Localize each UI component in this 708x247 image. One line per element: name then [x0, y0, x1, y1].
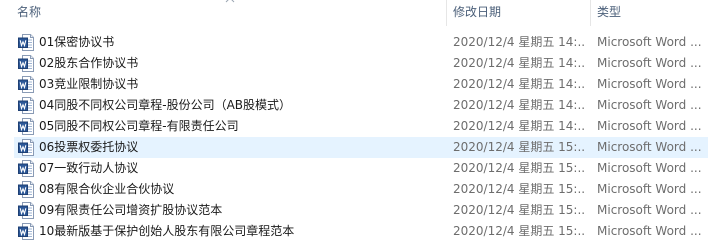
- column-header-name[interactable]: 名称: [17, 0, 442, 26]
- file-list: 01保密协议书 2020/12/4 星期五 14:... Microsoft Wor…: [0, 32, 708, 242]
- file-type: Microsoft Word ...: [597, 161, 702, 175]
- file-type: Microsoft Word ...: [597, 203, 702, 217]
- file-row[interactable]: 09有限责任公司增资扩股协议范本 2020/12/4 星期五 15:... Micr…: [0, 200, 708, 221]
- file-row[interactable]: 06投票权委托协议 2020/12/4 星期五 15:... Microsoft W…: [0, 137, 708, 158]
- file-row[interactable]: 10最新版基于保护创始人股东有限公司章程范本 2020/12/4 星期五 15:.…: [0, 221, 708, 242]
- word-document-icon: [18, 97, 34, 114]
- file-type: Microsoft Word ...: [597, 35, 702, 49]
- file-name[interactable]: 10最新版基于保护创始人股东有限公司章程范本: [39, 221, 439, 242]
- file-row[interactable]: 02股东合作协议书 2020/12/4 星期五 14:... Microsoft W…: [0, 53, 708, 74]
- word-document-icon: [18, 202, 34, 219]
- file-row[interactable]: 08有限合伙企业合伙协议 2020/12/4 星期五 15:... Microsof…: [0, 179, 708, 200]
- word-document-icon: [18, 139, 34, 156]
- file-modified-date: 2020/12/4 星期五 14:...: [453, 56, 585, 70]
- file-type: Microsoft Word ...: [597, 182, 702, 196]
- file-modified-date: 2020/12/4 星期五 14:...: [453, 98, 585, 112]
- word-document-icon: [18, 181, 34, 198]
- file-row[interactable]: 07一致行动人协议 2020/12/4 星期五 15:... Microsoft W…: [0, 158, 708, 179]
- file-type: Microsoft Word ...: [597, 98, 702, 112]
- word-document-icon: [18, 160, 34, 177]
- file-name[interactable]: 04同股不同权公司章程-股份公司（AB股模式）: [39, 95, 439, 116]
- word-document-icon: [18, 118, 34, 135]
- file-name[interactable]: 01保密协议书: [39, 32, 439, 53]
- file-modified-date: 2020/12/4 星期五 15:...: [453, 203, 585, 217]
- file-type: Microsoft Word ...: [597, 77, 702, 91]
- word-document-icon: [18, 76, 34, 93]
- file-name[interactable]: 03竞业限制协议书: [39, 74, 439, 95]
- file-type: Microsoft Word ...: [597, 224, 702, 238]
- file-name[interactable]: 08有限合伙企业合伙协议: [39, 179, 439, 200]
- file-row[interactable]: 04同股不同权公司章程-股份公司（AB股模式） 2020/12/4 星期五 14:…: [0, 95, 708, 116]
- column-header-type[interactable]: 类型: [597, 0, 708, 26]
- word-document-icon: [18, 223, 34, 240]
- file-modified-date: 2020/12/4 星期五 15:...: [453, 182, 585, 196]
- column-header-date[interactable]: 修改日期: [453, 0, 585, 26]
- column-divider[interactable]: [590, 0, 591, 26]
- file-type: Microsoft Word ...: [597, 56, 702, 70]
- file-row[interactable]: 05同股不同权公司章程-有限责任公司 2020/12/4 星期五 14:... Mi…: [0, 116, 708, 137]
- file-modified-date: 2020/12/4 星期五 15:...: [453, 161, 585, 175]
- file-type: Microsoft Word ...: [597, 119, 702, 133]
- file-modified-date: 2020/12/4 星期五 14:...: [453, 35, 585, 49]
- column-header-bar: 名称 修改日期 类型: [0, 0, 708, 26]
- file-modified-date: 2020/12/4 星期五 14:...: [453, 77, 585, 91]
- file-modified-date: 2020/12/4 星期五 15:...: [453, 140, 585, 154]
- file-modified-date: 2020/12/4 星期五 14:...: [453, 119, 585, 133]
- word-document-icon: [18, 55, 34, 72]
- file-name[interactable]: 06投票权委托协议: [39, 137, 439, 158]
- file-modified-date: 2020/12/4 星期五 15:...: [453, 224, 585, 238]
- file-name[interactable]: 09有限责任公司增资扩股协议范本: [39, 200, 439, 221]
- file-name[interactable]: 02股东合作协议书: [39, 53, 439, 74]
- word-document-icon: [18, 34, 34, 51]
- file-row[interactable]: 03竞业限制协议书 2020/12/4 星期五 14:... Microsoft W…: [0, 74, 708, 95]
- file-row[interactable]: 01保密协议书 2020/12/4 星期五 14:... Microsoft Wor…: [0, 32, 708, 53]
- column-divider[interactable]: [446, 0, 447, 26]
- file-name[interactable]: 07一致行动人协议: [39, 158, 439, 179]
- file-name[interactable]: 05同股不同权公司章程-有限责任公司: [39, 116, 439, 137]
- file-type: Microsoft Word ...: [597, 140, 702, 154]
